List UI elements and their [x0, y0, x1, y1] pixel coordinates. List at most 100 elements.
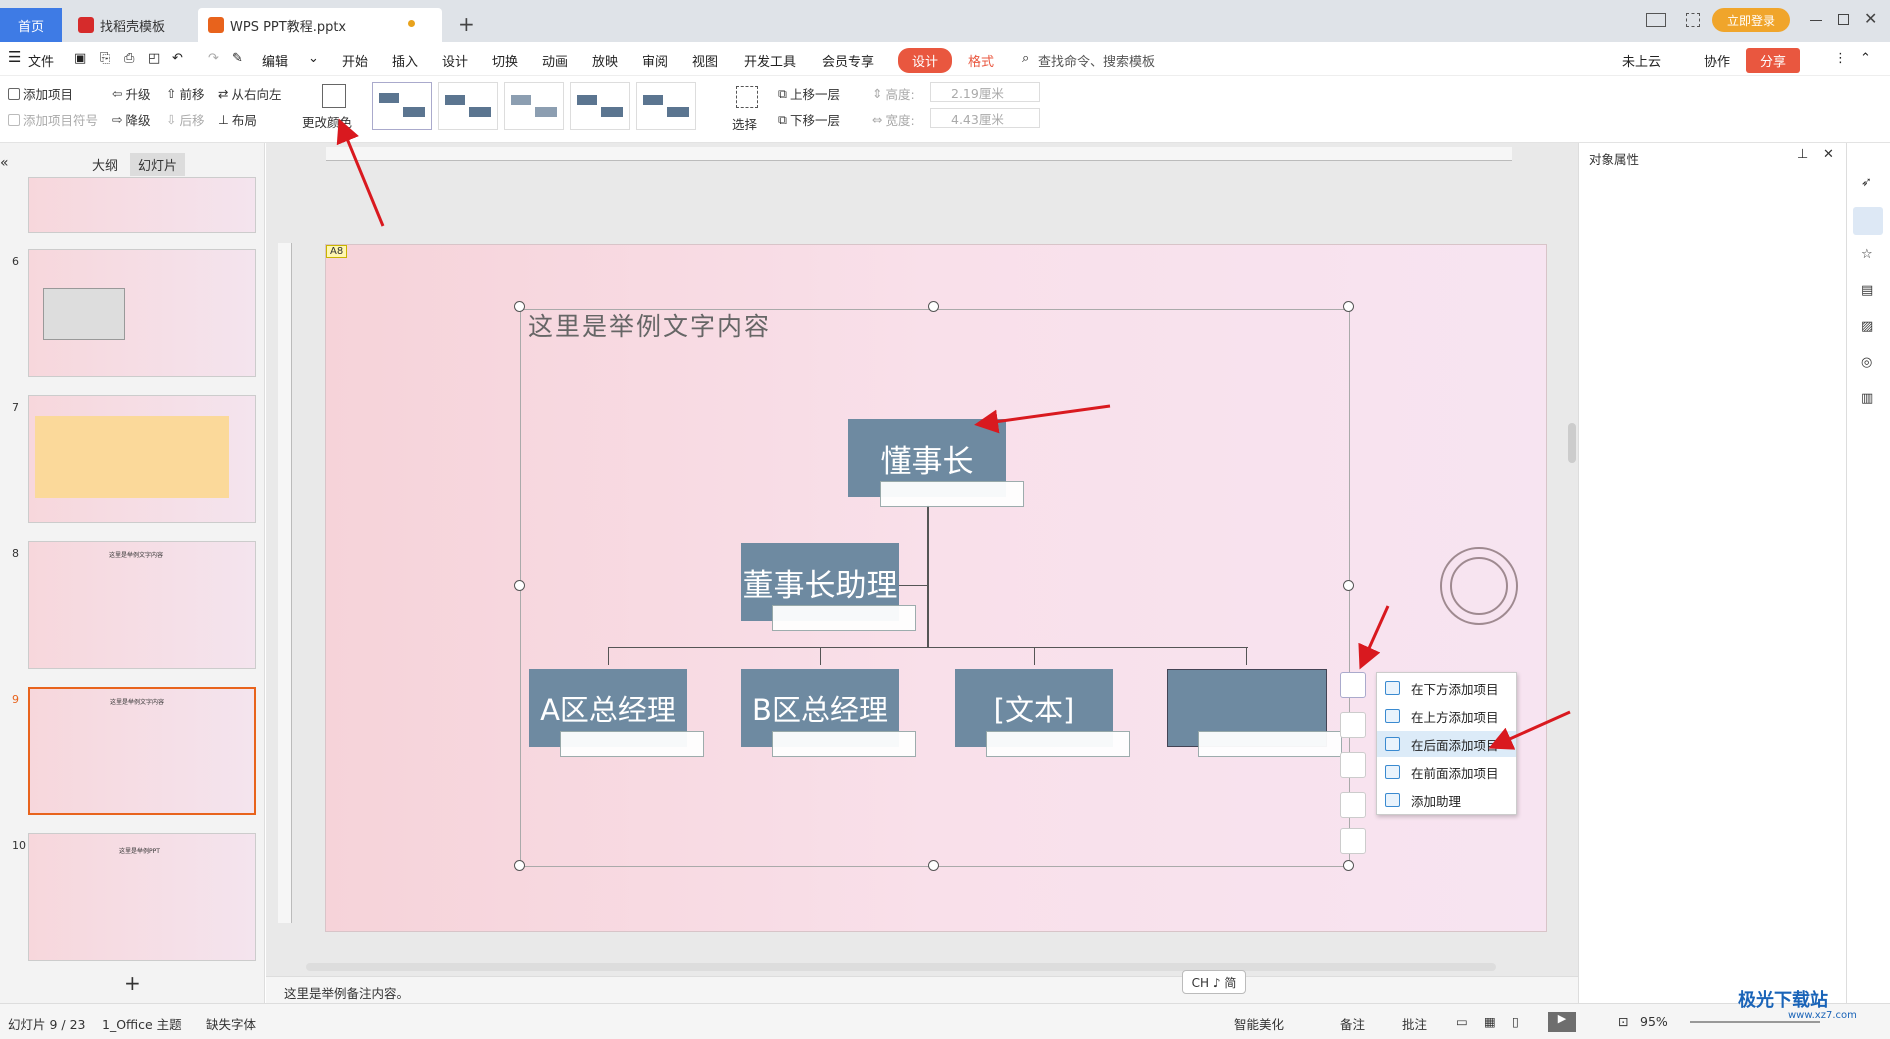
outline-tab[interactable]: 大纲 — [92, 155, 118, 174]
zoom-slider[interactable] — [1690, 1021, 1820, 1023]
menu-animation[interactable]: 动画 — [542, 51, 568, 70]
rocket-icon[interactable]: ➶ — [1861, 175, 1872, 190]
search-command-input[interactable]: 查找命令、搜索模板 — [1038, 51, 1155, 70]
file-menu[interactable]: 文件 — [28, 51, 54, 70]
resize-handle-t[interactable] — [928, 301, 939, 312]
add-bullet-button[interactable]: 添加项目符号 — [8, 110, 98, 129]
resize-handle-tl[interactable] — [514, 301, 525, 312]
new-tab-button[interactable]: + — [458, 12, 475, 36]
object-properties-title[interactable]: 对象属性 — [1589, 149, 1639, 168]
ctx-add-assistant[interactable]: 添加助理 — [1377, 787, 1516, 813]
pen-float-icon[interactable] — [1340, 828, 1366, 854]
smart-beautify-button[interactable]: 智能美化 — [1234, 1014, 1284, 1033]
normal-view-icon[interactable]: ▭ — [1456, 1014, 1468, 1029]
horizontal-scrollbar[interactable] — [306, 963, 1496, 971]
export-icon[interactable]: ⎘ — [100, 51, 110, 66]
comments-toggle[interactable]: 批注 — [1402, 1014, 1427, 1033]
node-assistant-subbox[interactable] — [772, 605, 916, 631]
menu-view[interactable]: 视图 — [692, 51, 718, 70]
collapse-ribbon-icon[interactable]: ⌃ — [1860, 51, 1871, 66]
theme-name[interactable]: 1_Office 主题 — [102, 1014, 182, 1033]
add-item-button[interactable]: 添加项目 — [8, 84, 73, 103]
style-thumb-4[interactable] — [570, 82, 630, 130]
smartart-frame[interactable] — [520, 309, 1350, 867]
demote-button[interactable]: ⇨ 降级 — [112, 110, 151, 129]
save-icon[interactable]: ▣ — [74, 51, 86, 66]
ctx-add-above[interactable]: 在上方添加项目 — [1377, 703, 1516, 729]
slides-tab[interactable]: 幻灯片 — [130, 153, 186, 176]
resize-handle-tr[interactable] — [1343, 301, 1354, 312]
slide-thumb-8[interactable]: 这里是举例文字内容 — [28, 541, 256, 669]
resize-handle-bl[interactable] — [514, 860, 525, 871]
format-painter-icon[interactable]: ✎ — [232, 51, 243, 66]
menu-developer[interactable]: 开发工具 — [744, 51, 796, 70]
ime-indicator[interactable]: CH ♪ 简 — [1182, 970, 1246, 994]
tab-home[interactable]: 首页 — [0, 8, 62, 42]
change-color-button[interactable]: 更改颜色 — [302, 112, 352, 131]
tab-document[interactable]: WPS PPT教程.pptx — [198, 8, 442, 42]
apps-grid-icon[interactable] — [1686, 13, 1700, 27]
redo-icon[interactable]: ↷ — [208, 51, 219, 66]
missing-font-button[interactable]: 缺失字体 — [206, 1014, 256, 1033]
add-shape-float-icon[interactable] — [1340, 672, 1366, 698]
more-chevron-icon[interactable]: ⌄ — [308, 51, 319, 66]
properties-active-icon[interactable] — [1853, 207, 1883, 235]
style-thumb-1[interactable] — [372, 82, 432, 130]
maximize-icon[interactable] — [1838, 14, 1849, 25]
menu-insert[interactable]: 插入 — [392, 51, 418, 70]
style-thumb-3[interactable] — [504, 82, 564, 130]
move-back-button[interactable]: ⇩ 后移 — [166, 110, 205, 129]
node-chairman-subbox[interactable] — [880, 481, 1024, 507]
slide-thumb-10[interactable]: 这里是举例PPT — [28, 833, 256, 961]
slide-thumb-6[interactable] — [28, 249, 256, 377]
hamburger-icon[interactable]: ☰ — [8, 48, 21, 66]
style-thumb-2[interactable] — [438, 82, 498, 130]
collab-button[interactable]: 协作 — [1704, 51, 1730, 70]
close-panel-icon[interactable]: ✕ — [1823, 147, 1834, 162]
sorter-view-icon[interactable]: ▦ — [1484, 1014, 1496, 1029]
more-options-icon[interactable]: ⋮ — [1834, 51, 1847, 66]
slide-thumb-7[interactable] — [28, 395, 256, 523]
node-empty-subbox[interactable] — [1198, 731, 1342, 757]
reading-view-icon[interactable]: ▯ — [1512, 1014, 1519, 1029]
style-thumb-5[interactable] — [636, 82, 696, 130]
tab-templates[interactable]: 找稻壳模板 — [68, 8, 194, 42]
compass-icon[interactable]: ◎ — [1861, 355, 1872, 370]
layout-button[interactable]: ⊥ 布局 — [218, 110, 257, 129]
menu-design[interactable]: 设计 — [442, 51, 468, 70]
layout-icon[interactable] — [1646, 13, 1666, 27]
notes-area[interactable]: 这里是举例备注内容。 — [266, 976, 1578, 1003]
menu-smartart-format[interactable]: 格式 — [968, 51, 994, 70]
node-a-subbox[interactable] — [560, 731, 704, 757]
ctx-add-before[interactable]: 在前面添加项目 — [1377, 759, 1516, 785]
change-layout-float-icon[interactable] — [1340, 712, 1366, 738]
promote-button[interactable]: ⇦ 升级 — [112, 84, 151, 103]
menu-start[interactable]: 开始 — [342, 51, 368, 70]
add-slide-button[interactable]: + — [124, 971, 141, 995]
minimize-icon[interactable] — [1810, 20, 1822, 21]
fit-icon[interactable]: ⊡ — [1618, 1014, 1628, 1029]
smartart-style-float-icon[interactable] — [1340, 752, 1366, 778]
close-window-icon[interactable]: ✕ — [1864, 9, 1877, 28]
undo-icon[interactable]: ↶ — [172, 51, 183, 66]
preview-icon[interactable]: ◰ — [148, 51, 160, 66]
slide-thumb-5[interactable] — [28, 177, 256, 233]
resize-handle-l[interactable] — [514, 580, 525, 591]
vertical-scrollbar[interactable] — [1568, 423, 1576, 463]
resize-handle-br[interactable] — [1343, 860, 1354, 871]
send-backward-button[interactable]: ⧉ 下移一层 — [778, 110, 840, 129]
star-pin-icon[interactable]: ☆ — [1861, 247, 1873, 262]
menu-slideshow[interactable]: 放映 — [592, 51, 618, 70]
right-to-left-button[interactable]: ⇄ 从右向左 — [218, 84, 282, 103]
animation-icon[interactable]: ▤ — [1861, 283, 1873, 298]
pin-icon[interactable]: ⊥ — [1797, 147, 1808, 162]
notes-text[interactable]: 这里是举例备注内容。 — [284, 983, 409, 1002]
edit-menu[interactable]: 编辑 — [262, 51, 288, 70]
slide-thumb-9-active[interactable]: 这里是举例文字内容 — [28, 687, 256, 815]
play-button[interactable]: ▶ — [1548, 1012, 1576, 1032]
move-forward-button[interactable]: ⇧ 前移 — [166, 84, 205, 103]
login-button[interactable]: 立即登录 — [1712, 8, 1790, 32]
resize-handle-b[interactable] — [928, 860, 939, 871]
select-button[interactable]: 选择 — [732, 114, 757, 133]
bring-forward-button[interactable]: ⧉ 上移一层 — [778, 84, 840, 103]
